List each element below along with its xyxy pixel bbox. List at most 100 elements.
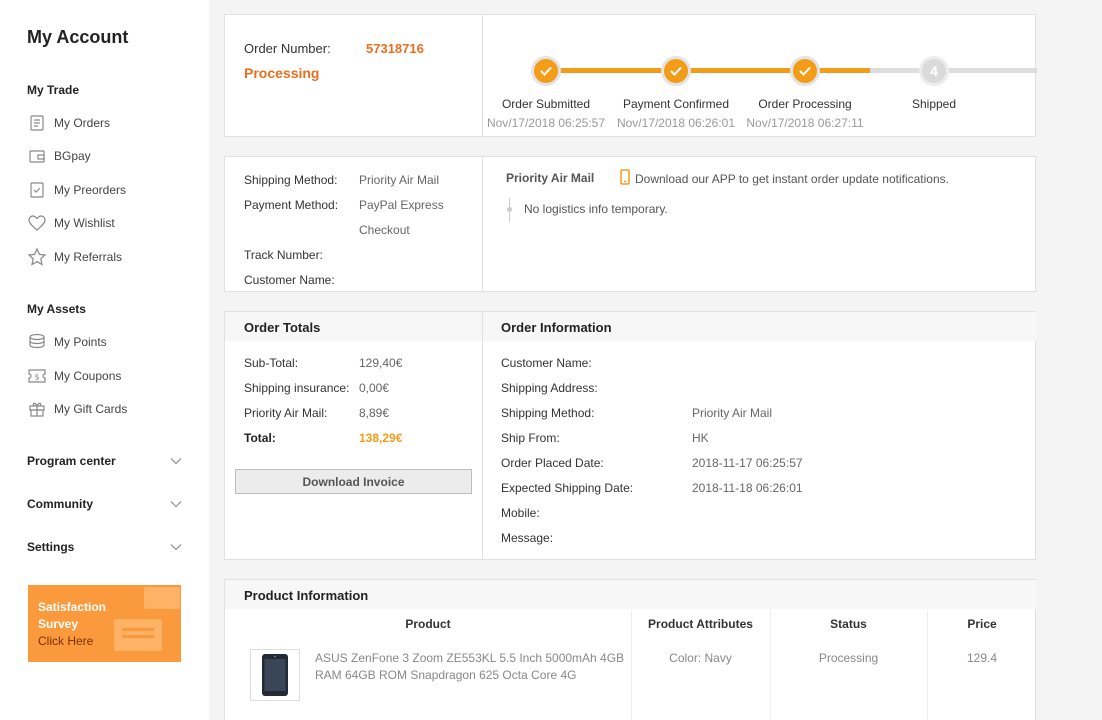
info-ship-from-label: Ship From: — [501, 431, 560, 445]
app-download-note[interactable]: Download our APP to get instant order up… — [620, 169, 949, 188]
step-payment-confirmed-icon — [661, 56, 691, 86]
sidebar-section-my-trade: My Trade — [27, 83, 80, 97]
orders-icon — [27, 113, 47, 133]
sidebar-item-label: My Referrals — [54, 250, 123, 264]
info-placed-date-value: 2018-11-17 06:25:57 — [692, 456, 803, 470]
sidebar-item-my-coupons[interactable]: $ My Coupons — [27, 366, 121, 386]
coins-icon — [27, 332, 47, 352]
info-ship-from-value: HK — [692, 431, 709, 445]
chevron-down-icon — [170, 497, 182, 511]
product-status: Processing — [818, 651, 879, 665]
order-status-panel: Order Number: 57318716 Processing Order … — [224, 14, 1037, 137]
chevron-down-icon — [170, 454, 182, 468]
sidebar-item-label: My Wishlist — [54, 216, 115, 230]
order-number: 57318716 — [366, 41, 424, 56]
progress-track-done — [546, 68, 870, 73]
step-name: Payment Confirmed — [622, 97, 730, 111]
step-name: Shipped — [911, 97, 957, 111]
sidebar-collapse-label: Community — [27, 497, 93, 511]
product-price: 129.4 — [966, 651, 998, 665]
column-header-attributes: Product Attributes — [648, 617, 753, 631]
sidebar-item-label: My Gift Cards — [54, 402, 128, 416]
shipping-method-label: Shipping Method: — [244, 173, 338, 187]
payment-method-value: PayPal Express — [359, 198, 444, 212]
info-placed-date-label: Order Placed Date: — [501, 456, 604, 470]
total-value: 138,29€ — [359, 431, 403, 445]
coupon-icon: $ — [27, 366, 47, 386]
totals-info-panel: Order Totals Sub-Total: 129,40€ Shipping… — [224, 311, 1037, 560]
payment-method-value-cont: Checkout — [359, 223, 410, 237]
sidebar-item-my-preorders[interactable]: My Preorders — [27, 180, 126, 200]
sidebar-item-my-gift-cards[interactable]: My Gift Cards — [27, 399, 127, 419]
column-header-status: Status — [830, 617, 867, 631]
satisfaction-survey-banner[interactable]: Satisfaction Survey Click Here — [28, 585, 181, 662]
sidebar-title: My Account — [27, 27, 129, 47]
sidebar-item-label: My Preorders — [54, 183, 127, 197]
subtotal-value: 129,40€ — [359, 356, 403, 370]
step-date: Nov/17/2018 06:26:01 — [616, 116, 736, 130]
info-shipping-address-label: Shipping Address: — [501, 381, 598, 395]
order-totals-title: Order Totals — [244, 320, 321, 335]
shipping-panel: Shipping Method: Priority Air Mail Payme… — [224, 156, 1036, 292]
sidebar-item-my-orders[interactable]: My Orders — [27, 113, 110, 133]
logistics-method-title: Priority Air Mail — [506, 171, 595, 185]
star-icon — [27, 247, 47, 267]
product-name-link[interactable]: ASUS ZenFone 3 Zoom ZE553KL 5.5 Inch 500… — [315, 650, 625, 684]
sidebar-community-toggle[interactable]: Community — [27, 495, 182, 513]
heart-icon — [27, 213, 47, 233]
sidebar-item-bgpay[interactable]: BGpay — [27, 146, 91, 166]
preorder-icon — [27, 180, 47, 200]
sidebar-section-my-assets: My Assets — [27, 302, 86, 316]
info-customer-name-label: Customer Name: — [501, 356, 592, 370]
chat-bubble-icon — [114, 619, 162, 651]
step-date: Nov/17/2018 06:27:11 — [746, 116, 864, 130]
step-order-processing-icon — [790, 56, 820, 86]
product-info-panel: Product Information Product Product Attr… — [224, 579, 1037, 720]
speech-bubble-icon — [144, 587, 180, 609]
track-number-label: Track Number: — [244, 248, 323, 262]
order-status: Processing — [244, 65, 320, 81]
sidebar-settings-toggle[interactable]: Settings — [27, 538, 182, 556]
sidebar-item-label: My Orders — [54, 116, 111, 130]
product-information-title: Product Information — [244, 588, 369, 603]
shipping-cost-label: Priority Air Mail: — [244, 406, 328, 420]
progress-track-pending — [870, 68, 1037, 73]
info-expected-date-value: 2018-11-18 06:26:01 — [692, 481, 803, 495]
app-note-text: Download our APP to get instant order up… — [635, 171, 949, 186]
column-header-product: Product — [405, 617, 451, 631]
sidebar-collapse-label: Program center — [27, 454, 116, 468]
svg-text:$: $ — [34, 373, 39, 382]
sidebar-program-center-toggle[interactable]: Program center — [27, 452, 182, 470]
chevron-down-icon — [170, 540, 182, 554]
step-name: Order Processing — [758, 97, 852, 111]
product-attributes: Color: Navy — [669, 651, 732, 665]
sidebar-item-my-wishlist[interactable]: My Wishlist — [27, 213, 115, 233]
survey-click-here-link[interactable]: Click Here — [38, 634, 93, 648]
info-expected-date-label: Expected Shipping Date: — [501, 481, 634, 495]
sidebar-collapse-label: Settings — [27, 540, 75, 554]
sidebar: My Account My Trade My Orders BGpay My P… — [0, 0, 209, 720]
product-thumbnail[interactable] — [250, 649, 300, 701]
sidebar-item-label: My Points — [54, 335, 107, 349]
info-shipping-method-label: Shipping Method: — [501, 406, 595, 420]
shipping-method-value: Priority Air Mail — [359, 173, 440, 187]
gift-icon — [27, 399, 47, 419]
order-number-label: Order Number: — [244, 41, 331, 56]
info-mobile-label: Mobile: — [501, 506, 540, 520]
logistics-info-text: No logistics info temporary. — [524, 202, 668, 216]
wallet-icon — [27, 146, 47, 166]
insurance-value: 0,00€ — [359, 381, 390, 395]
download-invoice-button[interactable]: Download Invoice — [235, 469, 472, 494]
info-message-label: Message: — [501, 531, 554, 545]
step-shipped-number: 4 — [919, 56, 949, 86]
payment-method-label: Payment Method: — [244, 198, 339, 212]
column-header-price: Price — [967, 617, 997, 631]
sidebar-item-label: BGpay — [54, 149, 91, 163]
shipping-cost-value: 8,89€ — [359, 406, 390, 420]
subtotal-label: Sub-Total: — [244, 356, 299, 370]
sidebar-item-my-points[interactable]: My Points — [27, 332, 107, 352]
sidebar-item-my-referrals[interactable]: My Referrals — [27, 247, 122, 267]
info-shipping-method-value: Priority Air Mail — [692, 406, 773, 420]
step-name: Order Submitted — [501, 97, 591, 111]
survey-title: Satisfaction Survey — [38, 600, 107, 631]
